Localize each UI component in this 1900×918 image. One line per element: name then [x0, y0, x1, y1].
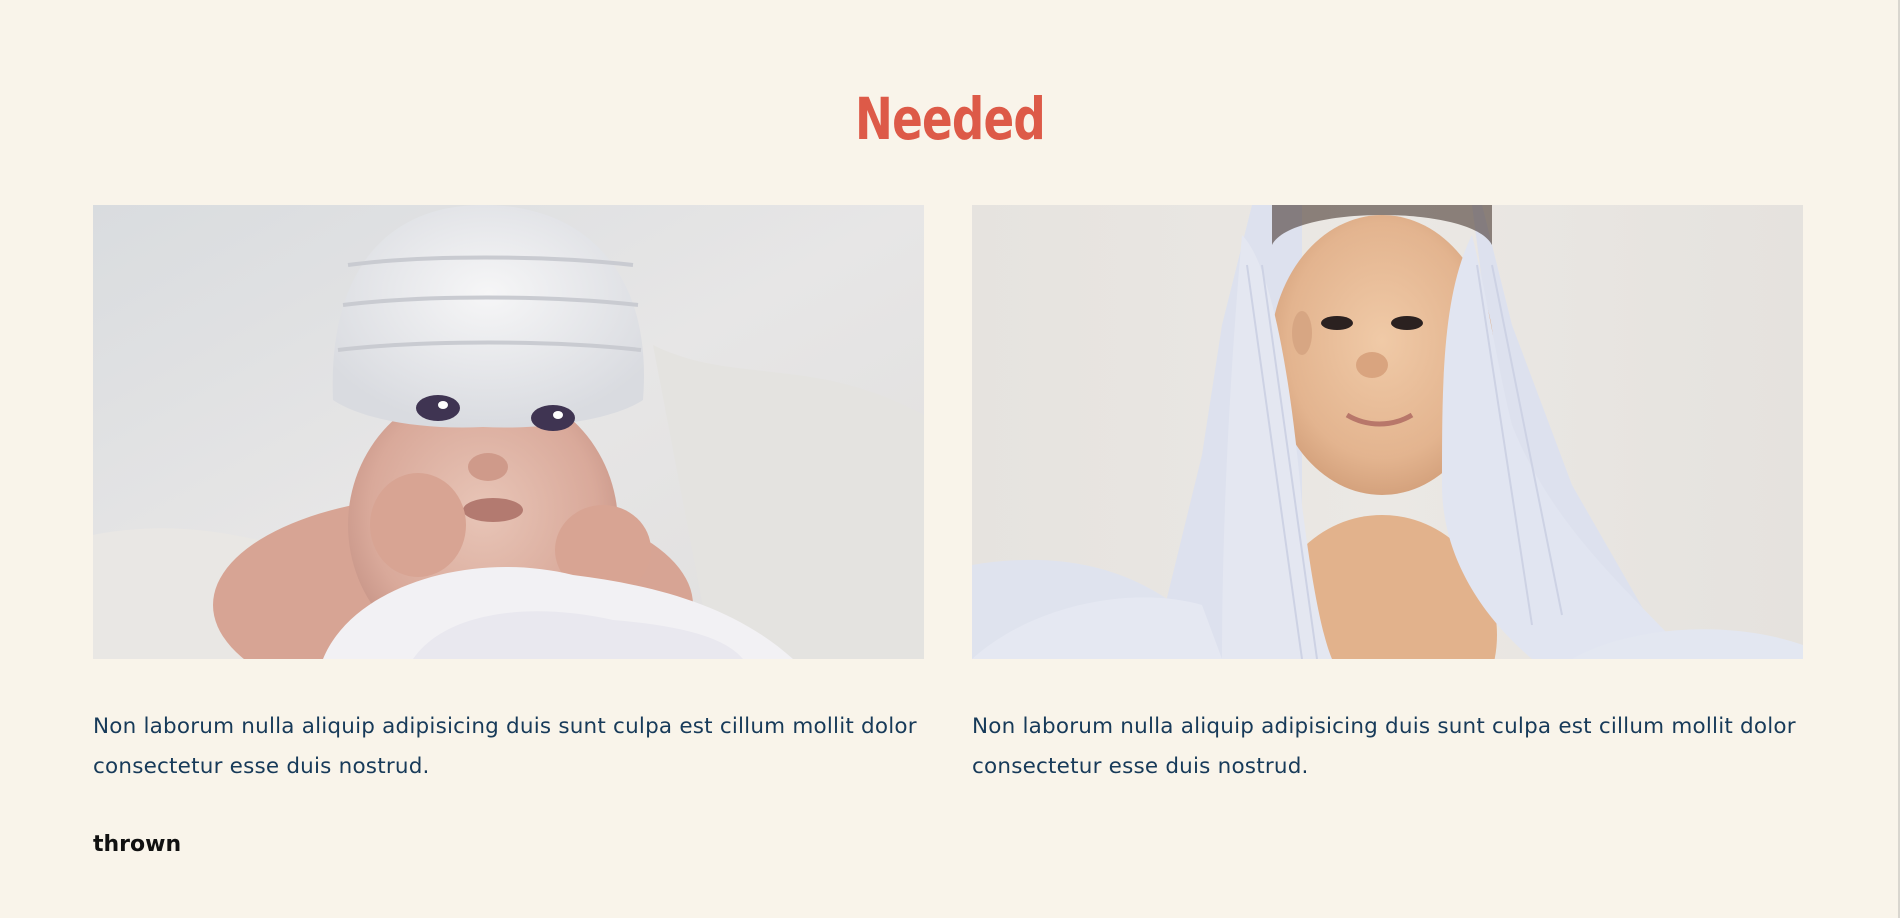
smiling-baby-under-blanket-photo [972, 205, 1803, 659]
baby-in-white-knit-hat-photo [93, 205, 924, 659]
card-2: Non laborum nulla aliquip adipisicing du… [972, 205, 1803, 787]
card-1: Non laborum nulla aliquip adipisicing du… [93, 205, 924, 787]
card-caption: Non laborum nulla aliquip adipisicing du… [972, 714, 1796, 779]
card-caption: Non laborum nulla aliquip adipisicing du… [93, 714, 917, 779]
footer-label: thrown [93, 832, 182, 857]
page-title: Needed [854, 84, 1046, 153]
